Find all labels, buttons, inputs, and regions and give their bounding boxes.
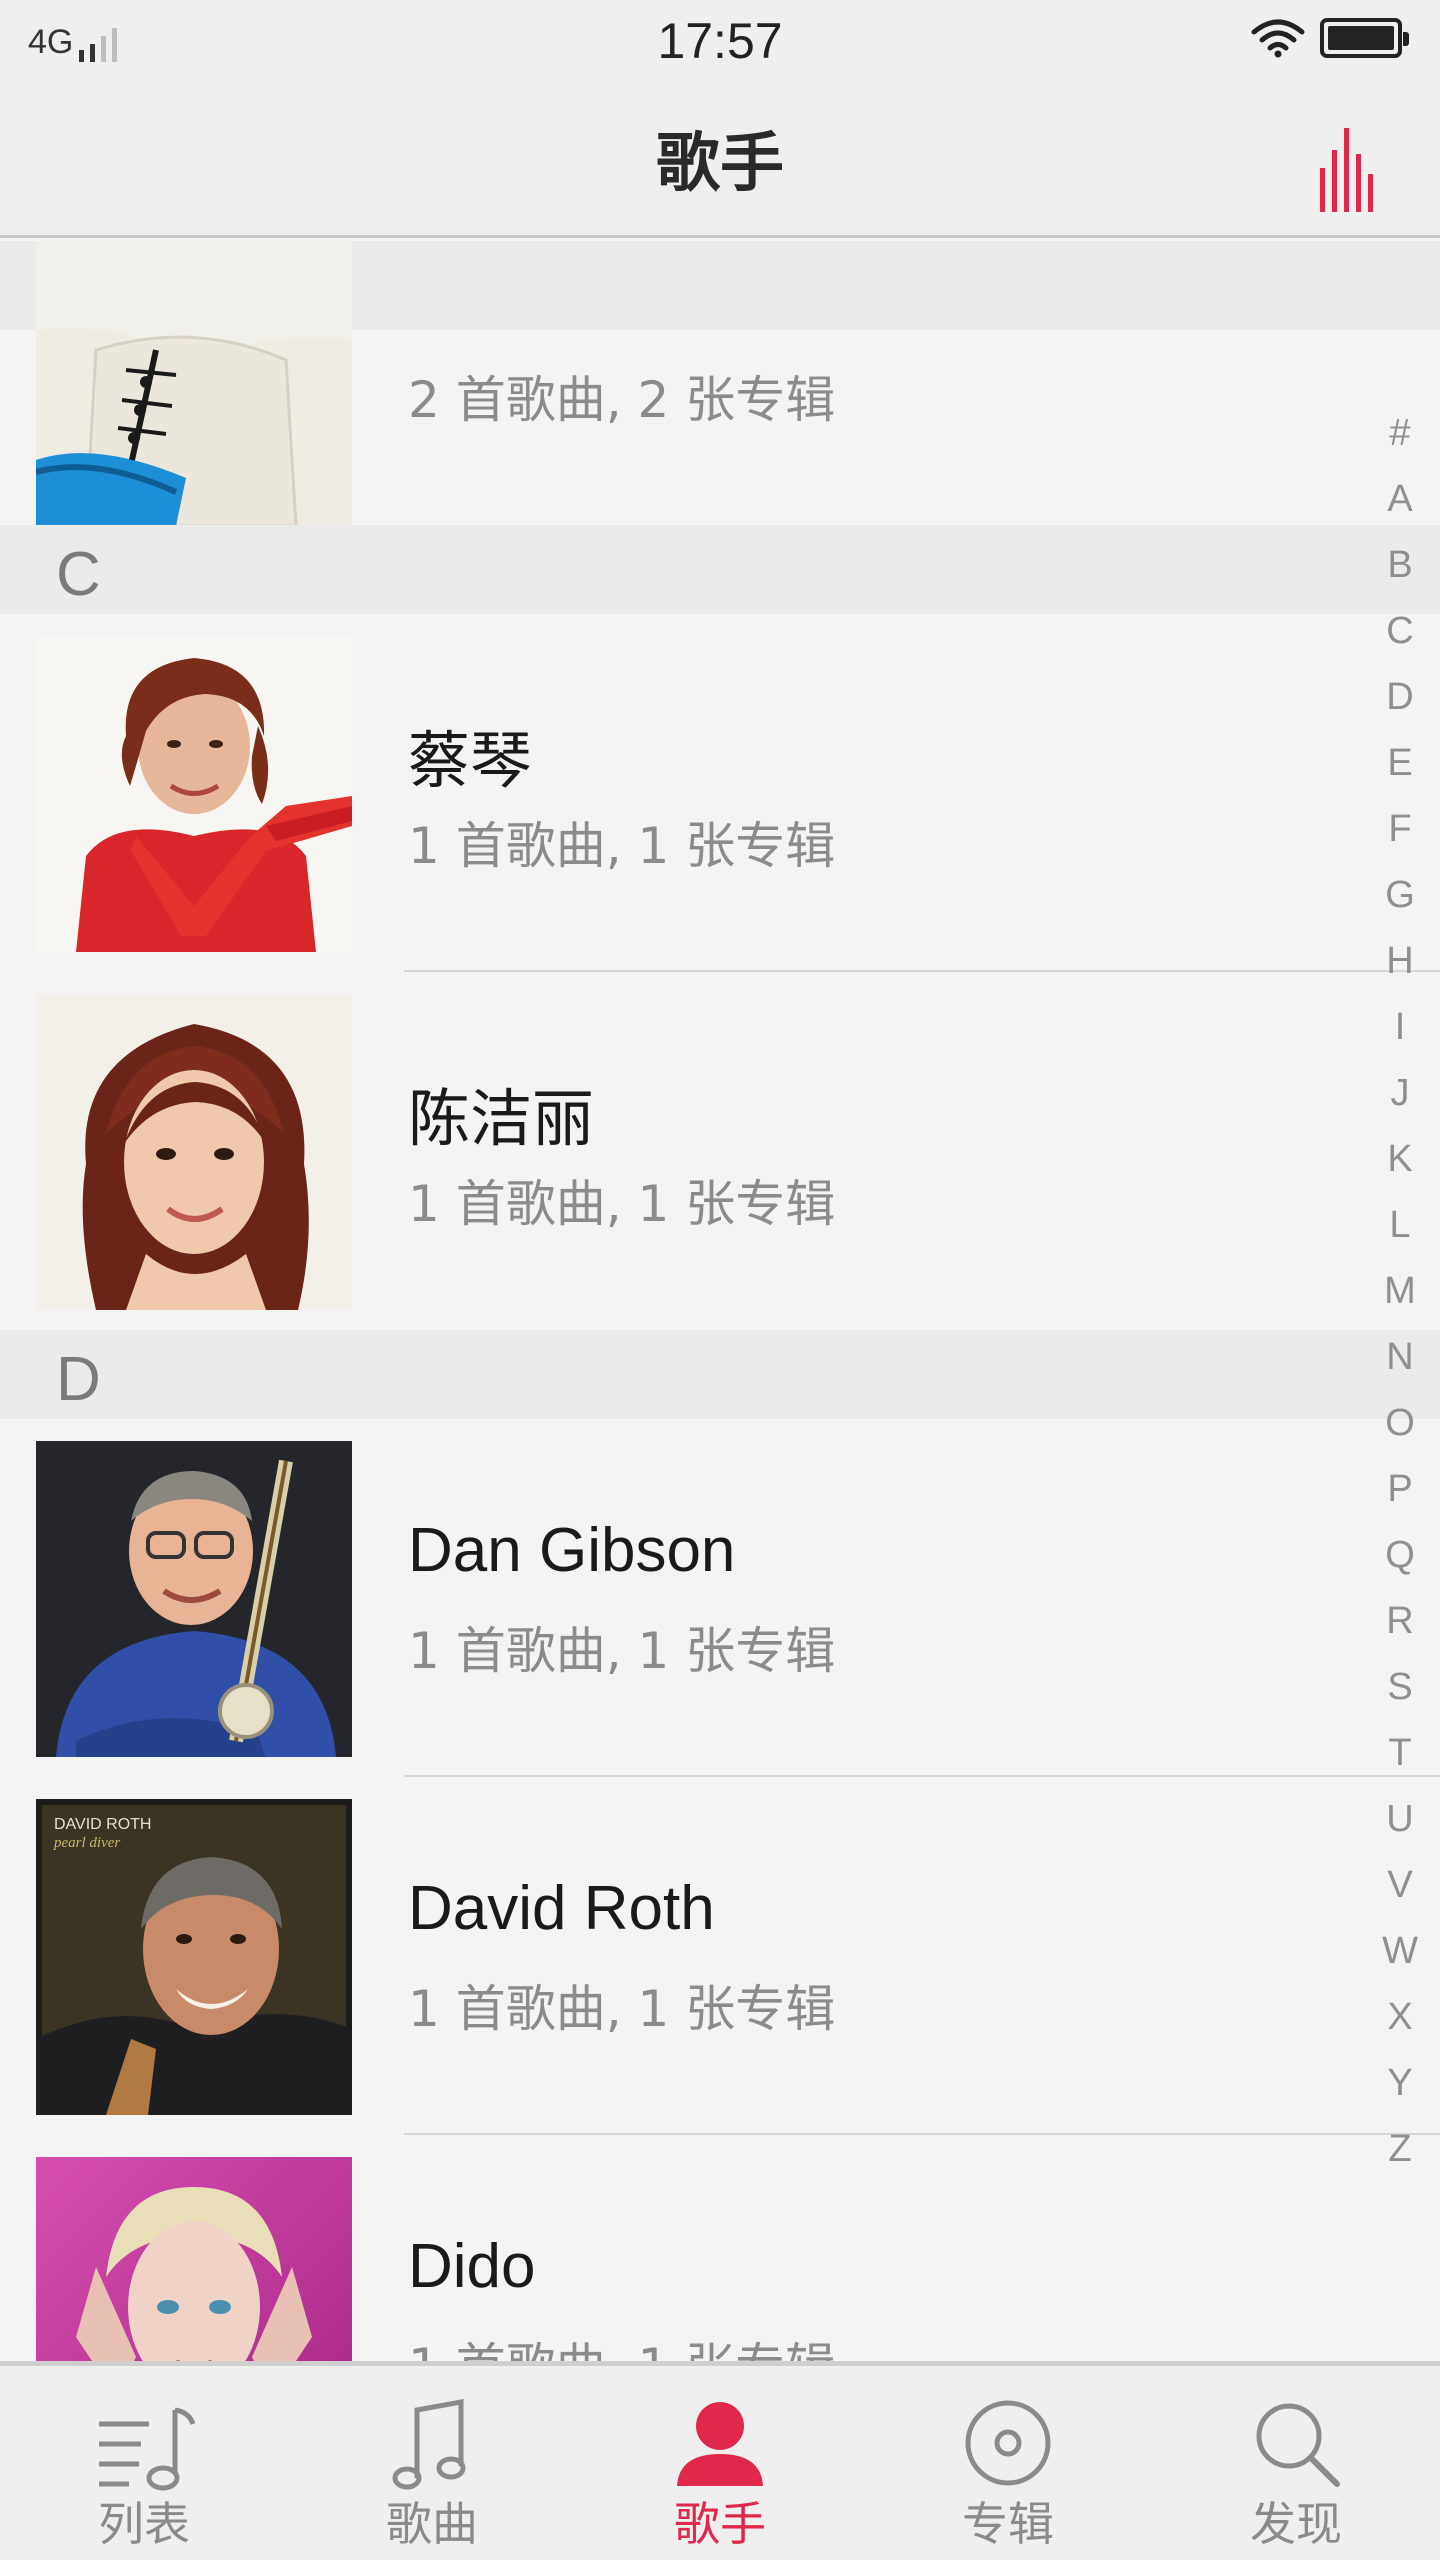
artist-row[interactable]: Dan Gibson 1 首歌曲, 1 张专辑 [0, 1419, 1440, 1777]
index-letter[interactable]: T [1360, 1720, 1440, 1786]
index-letter[interactable]: N [1360, 1324, 1440, 1390]
index-letter[interactable]: M [1360, 1258, 1440, 1324]
section-header-d: D [0, 1330, 1440, 1419]
index-letter[interactable]: J [1360, 1060, 1440, 1126]
tab-songs[interactable]: 歌曲 [288, 2366, 576, 2560]
artist-meta: 2 首歌曲, 2 张专辑 [408, 371, 836, 429]
album-title-text: pearl diver [53, 1835, 120, 1851]
index-letter[interactable]: B [1360, 532, 1440, 598]
artist-name: Dan Gibson [408, 1516, 736, 1585]
album-disc-icon [965, 2400, 1051, 2486]
index-letter[interactable]: R [1360, 1588, 1440, 1654]
section-letter: D [56, 1345, 101, 1414]
index-letter[interactable]: P [1360, 1456, 1440, 1522]
artist-icon [677, 2402, 763, 2486]
artist-meta: 1 首歌曲, 1 张专辑 [408, 817, 836, 875]
artist-avatar [36, 994, 352, 1310]
tab-playlist[interactable]: 列表 [0, 2366, 288, 2560]
index-letter[interactable]: E [1360, 730, 1440, 796]
artist-row[interactable]: 陈洁丽 1 首歌曲, 1 张专辑 [0, 972, 1440, 1330]
playlist-icon [99, 2407, 196, 2491]
index-letter[interactable]: W [1360, 1918, 1440, 1984]
section-letter: C [56, 540, 101, 609]
album-cover: DAVID ROTH pearl diver [36, 1799, 352, 2115]
index-letter[interactable]: Y [1360, 2050, 1440, 2116]
artist-list[interactable]: B 2 首歌曲, 2 张专辑 C [0, 241, 1440, 2363]
wifi-icon [1251, 19, 1305, 58]
index-letter[interactable]: # [1360, 400, 1440, 466]
index-letter[interactable]: Z [1360, 2116, 1440, 2182]
index-letter[interactable]: K [1360, 1126, 1440, 1192]
tab-label: 发现 [1250, 2497, 1342, 2551]
tab-label: 专辑 [962, 2497, 1054, 2551]
status-time: 17:57 [657, 13, 783, 69]
tab-label: 歌手 [674, 2497, 766, 2551]
battery-icon [1320, 18, 1409, 58]
tab-label: 列表 [98, 2497, 190, 2551]
artist-avatar [36, 241, 352, 526]
index-letter[interactable]: D [1360, 664, 1440, 730]
search-icon [1256, 2403, 1340, 2487]
index-letter[interactable]: S [1360, 1654, 1440, 1720]
artist-meta: 1 首歌曲, 1 张专辑 [408, 1980, 836, 2038]
tab-discover[interactable]: 发现 [1152, 2366, 1440, 2560]
index-letter[interactable]: O [1360, 1390, 1440, 1456]
index-letter[interactable]: I [1360, 994, 1440, 1060]
artist-meta: 1 首歌曲, 1 张专辑 [408, 1622, 836, 1680]
artist-avatar [36, 2157, 352, 2363]
index-letter[interactable]: V [1360, 1852, 1440, 1918]
index-letter[interactable]: F [1360, 796, 1440, 862]
artist-name: David Roth [408, 1874, 715, 1943]
index-letter[interactable]: H [1360, 928, 1440, 994]
section-header-c: C [0, 525, 1440, 614]
artist-row[interactable]: Dido 1 首歌曲, 1 张专辑 [0, 2135, 1440, 2363]
index-letter[interactable]: G [1360, 862, 1440, 928]
index-letter[interactable]: Q [1360, 1522, 1440, 1588]
artist-name: Dido [408, 2232, 536, 2301]
alphabet-index[interactable]: # A B C D E F G H I J K L M N O P Q R S T U V W X Y Z [1360, 400, 1440, 2182]
index-letter[interactable]: C [1360, 598, 1440, 664]
status-bar: 4G 17:57 [0, 0, 1440, 82]
tab-bar: 列表 歌曲 歌手 专辑 发现 [0, 2363, 1440, 2560]
artist-meta: 1 首歌曲, 1 张专辑 [408, 2327, 835, 2363]
artist-avatar [36, 1441, 352, 1757]
artist-row[interactable]: 蔡琴 1 首歌曲, 1 张专辑 [0, 614, 1440, 972]
tab-albums[interactable]: 专辑 [864, 2366, 1152, 2560]
artist-meta: 1 首歌曲, 1 张专辑 [408, 1175, 836, 1233]
index-letter[interactable]: L [1360, 1192, 1440, 1258]
tab-label: 歌曲 [386, 2497, 478, 2551]
artist-row[interactable]: 2 首歌曲, 2 张专辑 [0, 241, 1440, 526]
status-icons [1250, 18, 1409, 58]
artist-name: 蔡琴 [408, 727, 533, 796]
index-letter[interactable]: X [1360, 1984, 1440, 2050]
artist-avatar [36, 636, 352, 952]
album-artist-text: DAVID ROTH [54, 1816, 151, 1833]
artist-name: 陈洁丽 [408, 1085, 595, 1154]
tab-artists[interactable]: 歌手 [576, 2366, 864, 2560]
artist-row[interactable]: DAVID ROTH pearl diver David Roth 1 首歌曲,… [0, 1777, 1440, 2135]
page-title: 歌手 [656, 127, 784, 201]
now-playing-icon[interactable] [1318, 128, 1378, 212]
header: 歌手 [0, 82, 1440, 238]
index-letter[interactable]: U [1360, 1786, 1440, 1852]
music-note-icon [392, 2399, 466, 2490]
index-letter[interactable]: A [1360, 466, 1440, 532]
